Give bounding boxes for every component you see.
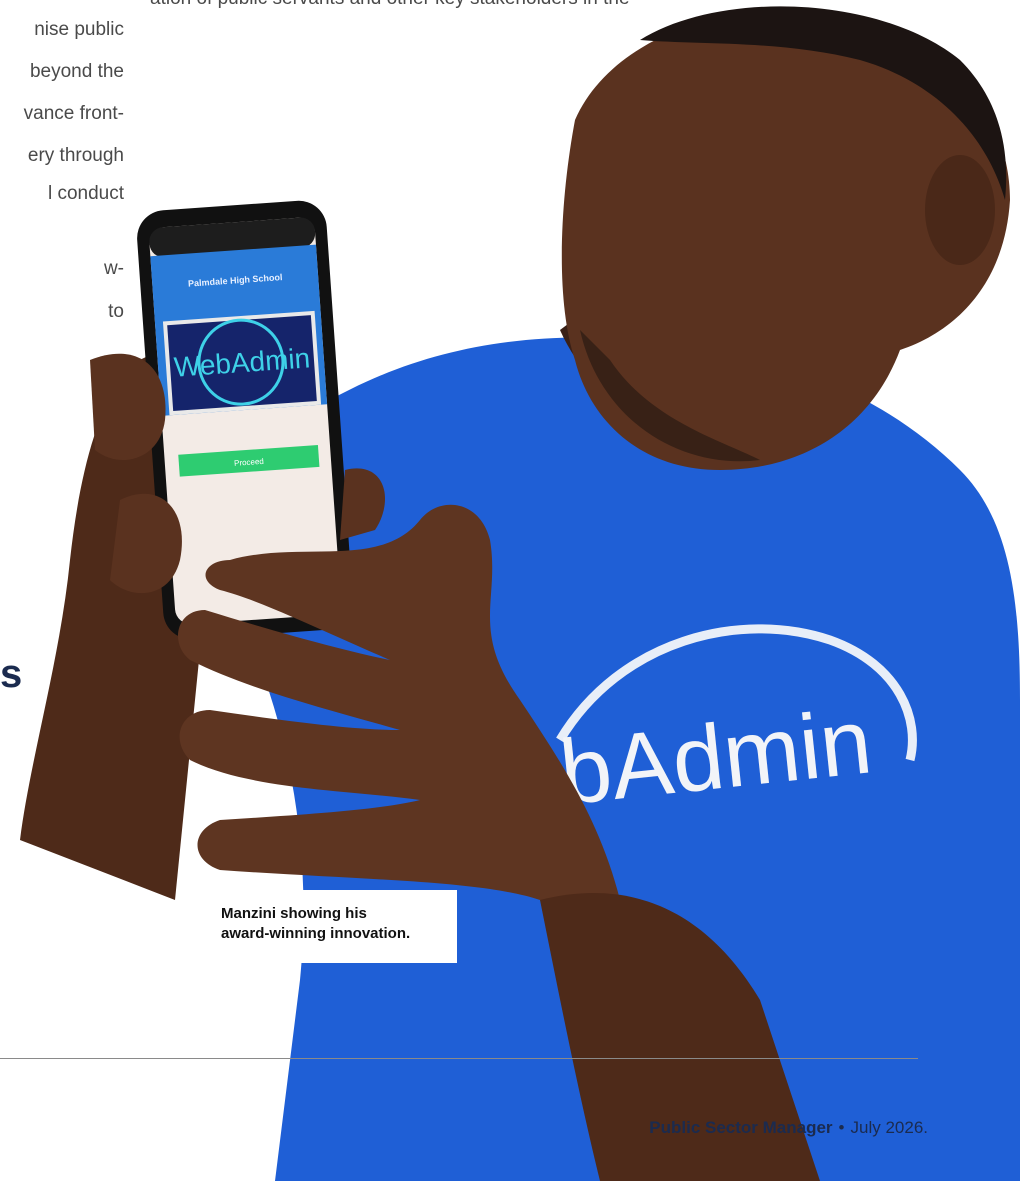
- footer-publication: Public Sector Manager: [649, 1118, 833, 1137]
- caption-line-2: award-winning innovation.: [221, 925, 411, 942]
- photo-man-with-phone: bAdmin Palmdale High School WebAdmin Pro…: [20, 6, 1020, 1181]
- page-footer: Public Sector Manager • July 2026.: [649, 1118, 928, 1138]
- footer-separator: •: [838, 1118, 845, 1137]
- caption-line-1: Manzini showing his: [221, 905, 367, 922]
- footer-date: July 2026.: [850, 1118, 929, 1137]
- footer-divider: [0, 1058, 918, 1059]
- photo-caption: Manzini showing his award-winning innova…: [205, 890, 457, 963]
- heading-fragment: s: [0, 652, 23, 696]
